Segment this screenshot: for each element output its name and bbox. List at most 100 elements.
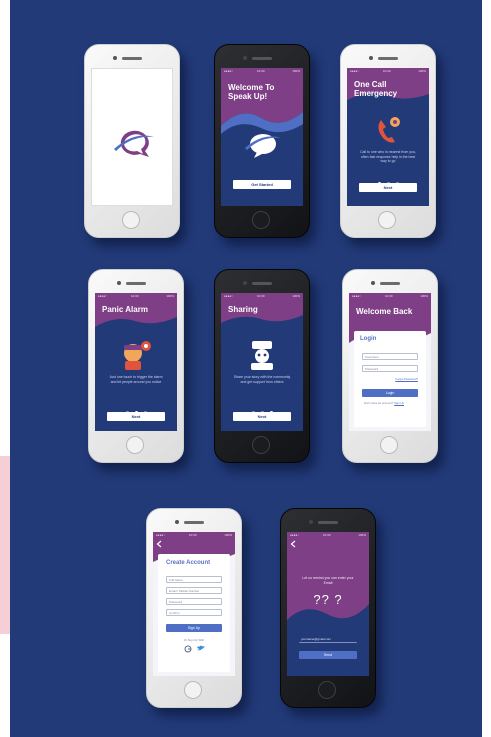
time-text: 10:30 [257, 294, 265, 298]
full-name-input[interactable]: Full Name [166, 576, 222, 583]
login-button[interactable]: Login [362, 389, 418, 397]
camera [369, 56, 373, 60]
back-chevron-icon[interactable] [156, 540, 162, 548]
password-input[interactable]: Password [166, 598, 222, 605]
speaker [122, 57, 142, 60]
signal-text: ●●●●○ [224, 69, 234, 73]
welcome-screen: ●●●●○ 10:30 100% Welcome To Speak Up! Ge… [221, 68, 303, 206]
camera [243, 56, 247, 60]
email-input[interactable]: yourname@gmail.com [299, 636, 357, 643]
status-bar: ●●●●○ 10:30 100% [95, 293, 177, 299]
speech-bubble-logo-icon [114, 130, 154, 157]
forgot-password-link[interactable]: Forgot Password? [395, 377, 418, 381]
camera [113, 56, 117, 60]
signal-text: ●●●●○ [290, 533, 300, 537]
sharing-description: Share your story with the community and … [233, 375, 291, 384]
status-bar: ●●●●○ 10:30 100% [221, 293, 303, 299]
time-text: 10:30 [131, 294, 139, 298]
panic-description: Just one touch to trigger the alarm and … [109, 375, 163, 384]
sharing-screen: ●●●●○ 10:30 100% Sharing Share your stor… [221, 293, 303, 431]
google-icon[interactable] [184, 645, 192, 653]
sign-up-button[interactable]: Sign Up [166, 624, 222, 632]
next-button[interactable]: Next [107, 412, 165, 421]
question-marks-illustration: ?? ? [313, 592, 343, 607]
phone-forgot-password: ●●●●○ 10:30 100% Let us remind you can e… [280, 508, 376, 708]
camera [175, 520, 179, 524]
signup-link[interactable]: Sign Up [394, 401, 404, 405]
signup-row: Don't have an account? Sign Up [364, 401, 404, 405]
splash-screen [91, 68, 173, 206]
login-card: Login Username Password Forgot Password?… [354, 331, 426, 427]
welcome-title: Welcome To Speak Up! [228, 83, 275, 101]
sharing-title: Sharing [228, 305, 258, 314]
phone-sharing: ●●●●○ 10:30 100% Sharing Share your stor… [214, 269, 310, 463]
home-button[interactable] [252, 211, 270, 229]
time-text: 10:30 [189, 533, 197, 537]
create-account-card: Create Account Full Name Email / Mobile … [158, 554, 230, 672]
time-text: 10:30 [385, 294, 393, 298]
home-button[interactable] [252, 436, 270, 454]
camera [371, 281, 375, 285]
signal-text: ●●●●○ [98, 294, 108, 298]
create-account-screen: ●●●●○ 10:30 100% Create Account Full Nam… [153, 532, 235, 676]
phone-call-icon [378, 117, 400, 143]
confirm-password-input[interactable]: Confirm [166, 609, 222, 616]
home-button[interactable] [380, 436, 398, 454]
status-bar: ●●●●○ 10:30 100% [153, 532, 235, 538]
panic-title: Panic Alarm [102, 305, 148, 314]
camera [117, 281, 121, 285]
battery-text: 100% [292, 69, 300, 73]
phone-panic-alarm: ●●●●○ 10:30 100% Panic Alarm Just one to… [88, 269, 184, 463]
panic-person-icon [124, 341, 151, 370]
speaker [126, 282, 146, 285]
speaker [318, 521, 338, 524]
time-text: 10:30 [257, 69, 265, 73]
status-bar: ●●●●○ 10:30 100% [347, 68, 429, 74]
speaker [184, 521, 204, 524]
time-text: 10:30 [383, 69, 391, 73]
status-bar: ●●●●○ 10:30 100% [221, 68, 303, 74]
next-button[interactable]: Next [359, 183, 417, 192]
time-text: 10:30 [323, 533, 331, 537]
next-button[interactable]: Next [233, 412, 291, 421]
camera [309, 520, 313, 524]
social-icons [184, 645, 205, 653]
send-button[interactable]: Send [299, 651, 357, 659]
status-bar: ●●●●○ 10:30 100% [287, 532, 369, 538]
phone-login: ●●●●○ 10:30 100% Welcome Back Login User… [342, 269, 438, 463]
signal-text: ●●●●○ [350, 69, 360, 73]
speaker [380, 282, 400, 285]
username-input[interactable]: Username [362, 353, 418, 360]
phone-splash [84, 44, 180, 238]
login-screen: ●●●●○ 10:30 100% Welcome Back Login User… [349, 293, 431, 431]
camera [243, 281, 247, 285]
home-button[interactable] [318, 681, 336, 699]
battery-text: 100% [418, 69, 426, 73]
home-button[interactable] [122, 211, 140, 229]
battery-text: 100% [420, 294, 428, 298]
alt-signup-label: Or Sign Up With [183, 638, 205, 642]
signal-text: ●●●●○ [156, 533, 166, 537]
battery-text: 100% [224, 533, 232, 537]
home-button[interactable] [126, 436, 144, 454]
speech-bubble-logo-icon [245, 134, 281, 158]
emergency-title: One Call Emergency [354, 80, 398, 98]
phone-create-account: ●●●●○ 10:30 100% Create Account Full Nam… [146, 508, 242, 708]
get-started-button[interactable]: Get Started [233, 180, 291, 189]
email-mobile-input[interactable]: Email / Mobile Number [166, 587, 222, 594]
speaker [252, 282, 272, 285]
battery-text: 100% [292, 294, 300, 298]
create-account-title: Create Account [166, 560, 211, 566]
forgot-password-screen: ●●●●○ 10:30 100% Let us remind you can e… [287, 532, 369, 676]
password-input[interactable]: Password [362, 365, 418, 372]
home-button[interactable] [184, 681, 202, 699]
login-card-title: Login [360, 336, 377, 342]
twitter-icon[interactable] [197, 645, 205, 651]
purple-wave-header [221, 68, 303, 134]
speaker [252, 57, 272, 60]
battery-text: 100% [358, 533, 366, 537]
signal-text: ●●●●○ [352, 294, 362, 298]
back-chevron-icon[interactable] [290, 540, 296, 548]
home-button[interactable] [378, 211, 396, 229]
panic-screen: ●●●●○ 10:30 100% Panic Alarm Just one to… [95, 293, 177, 431]
